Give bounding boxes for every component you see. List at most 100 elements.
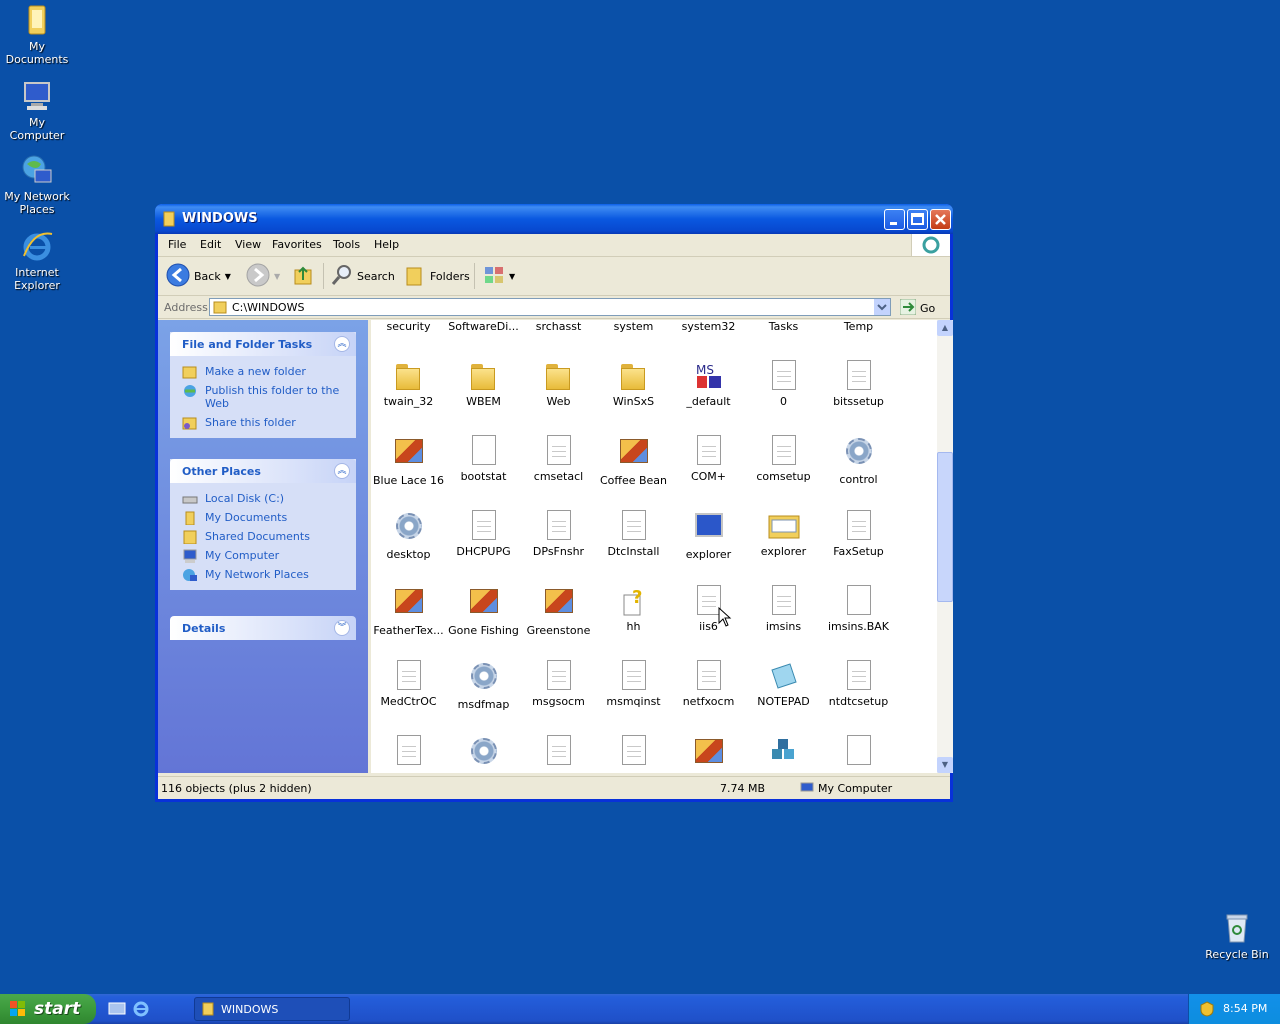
desktop-icon-my-network-places[interactable]: My Network Places xyxy=(0,154,74,216)
menu-edit[interactable]: Edit xyxy=(200,238,221,251)
file-item[interactable]: WinSxS xyxy=(596,360,671,408)
scroll-thumb[interactable] xyxy=(937,452,953,602)
file-item[interactable]: explorer xyxy=(671,510,746,561)
file-item[interactable]: system32 xyxy=(671,320,746,333)
file-item[interactable]: imsins.BAK xyxy=(821,585,896,633)
menu-favorites[interactable]: Favorites xyxy=(272,238,322,251)
file-item[interactable]: SoftwareDi... xyxy=(446,320,521,333)
file-item[interactable]: DHCPUPG xyxy=(446,510,521,558)
file-item[interactable]: msmqinst xyxy=(596,660,671,708)
file-folder-tasks-panel: File and Folder Tasks ︽ Make a new folde… xyxy=(170,332,356,438)
address-dropdown-button[interactable] xyxy=(874,299,890,315)
forward-button[interactable]: ▼ xyxy=(246,263,280,288)
desktop-icon-my-documents[interactable]: My Documents xyxy=(0,4,74,66)
close-button[interactable] xyxy=(930,209,951,230)
file-item[interactable]: security xyxy=(371,320,446,333)
file-item[interactable]: srchasst xyxy=(521,320,596,333)
scroll-down-button[interactable]: ▼ xyxy=(937,757,953,773)
file-item[interactable]: FaxSetup xyxy=(821,510,896,558)
file-item[interactable] xyxy=(446,735,521,773)
file-item[interactable]: Temp xyxy=(821,320,896,333)
file-item[interactable]: Tasks xyxy=(746,320,821,333)
minimize-button[interactable] xyxy=(884,209,905,230)
security-shield-icon[interactable] xyxy=(1199,1001,1215,1020)
file-item[interactable] xyxy=(371,735,446,770)
collapse-icon[interactable]: ︽ xyxy=(334,336,350,352)
search-button[interactable]: Search xyxy=(331,264,395,288)
file-item[interactable]: msgsocm xyxy=(521,660,596,708)
maximize-button[interactable] xyxy=(907,209,928,230)
file-item[interactable] xyxy=(521,735,596,770)
views-button[interactable]: ▼ xyxy=(483,264,515,288)
desktop-icon-internet-explorer[interactable]: Internet Explorer xyxy=(0,230,74,292)
scroll-up-button[interactable]: ▲ xyxy=(937,320,953,336)
file-item[interactable]: Greenstone xyxy=(521,585,596,637)
file-item[interactable]: 0 xyxy=(746,360,821,408)
file-item[interactable]: Web xyxy=(521,360,596,408)
file-item[interactable]: iis6 xyxy=(671,585,746,633)
file-item[interactable]: netfxocm xyxy=(671,660,746,708)
task-make-new-folder[interactable]: Make a new folder xyxy=(170,362,356,381)
place-local-disk[interactable]: Local Disk (C:) xyxy=(170,489,356,508)
file-item[interactable]: DtcInstall xyxy=(596,510,671,558)
file-item[interactable]: Coffee Bean xyxy=(596,435,671,487)
file-item[interactable]: ? hh xyxy=(596,585,671,633)
menu-view[interactable]: View xyxy=(235,238,261,251)
place-label: Shared Documents xyxy=(205,530,310,543)
desktop-icon-my-computer[interactable]: My Computer xyxy=(0,80,74,142)
file-item[interactable]: COM+ xyxy=(671,435,746,483)
my-documents-icon xyxy=(182,511,198,526)
menu-help[interactable]: Help xyxy=(374,238,399,251)
file-item[interactable] xyxy=(746,735,821,770)
details-header[interactable]: Details ︾ xyxy=(170,616,356,640)
file-item[interactable]: msdfmap xyxy=(446,660,521,711)
back-button[interactable]: Back ▼ xyxy=(166,263,231,288)
file-item[interactable]: cmsetacl xyxy=(521,435,596,483)
file-item[interactable] xyxy=(821,735,896,770)
folders-button[interactable]: Folders xyxy=(404,264,470,288)
file-item[interactable]: control xyxy=(821,435,896,486)
file-item[interactable]: explorer xyxy=(746,510,821,558)
go-button[interactable]: Go xyxy=(899,298,935,318)
address-input[interactable]: C:\WINDOWS xyxy=(209,298,891,316)
window-titlebar[interactable]: WINDOWS xyxy=(155,204,953,234)
desktop-icon-recycle-bin[interactable]: Recycle Bin xyxy=(1200,912,1274,961)
file-item[interactable]: comsetup xyxy=(746,435,821,483)
taskbar-window-button[interactable]: WINDOWS xyxy=(194,997,350,1021)
expand-icon[interactable]: ︾ xyxy=(334,620,350,636)
folder-icon xyxy=(393,360,425,392)
file-item[interactable]: MS _default xyxy=(671,360,746,408)
place-my-network-places[interactable]: My Network Places xyxy=(170,565,356,584)
file-item[interactable]: bootstat xyxy=(446,435,521,483)
menu-tools[interactable]: Tools xyxy=(333,238,360,251)
file-item[interactable]: Gone Fishing xyxy=(446,585,521,637)
task-publish-folder[interactable]: Publish this folder to the Web xyxy=(170,381,356,413)
file-item[interactable] xyxy=(596,735,671,770)
task-share-folder[interactable]: Share this folder xyxy=(170,413,356,432)
file-item[interactable] xyxy=(671,735,746,773)
place-shared-documents[interactable]: Shared Documents xyxy=(170,527,356,546)
file-item[interactable]: FeatherTex... xyxy=(371,585,446,637)
file-folder-tasks-header[interactable]: File and Folder Tasks ︽ xyxy=(170,332,356,356)
menu-file[interactable]: File xyxy=(168,238,186,251)
place-my-documents[interactable]: My Documents xyxy=(170,508,356,527)
other-places-header[interactable]: Other Places ︽ xyxy=(170,459,356,483)
show-desktop-icon[interactable] xyxy=(108,1001,126,1020)
collapse-icon[interactable]: ︽ xyxy=(334,463,350,479)
file-item[interactable]: WBEM xyxy=(446,360,521,408)
file-item[interactable]: twain_32 xyxy=(371,360,446,408)
internet-explorer-icon[interactable] xyxy=(132,1000,150,1021)
file-item[interactable]: NOTEPAD xyxy=(746,660,821,708)
file-item[interactable]: ntdtcsetup xyxy=(821,660,896,708)
place-my-computer[interactable]: My Computer xyxy=(170,546,356,565)
file-item[interactable]: bitssetup xyxy=(821,360,896,408)
vertical-scrollbar[interactable]: ▲ ▼ xyxy=(937,320,953,773)
up-folder-button[interactable] xyxy=(292,264,314,288)
file-item[interactable]: desktop xyxy=(371,510,446,561)
file-item[interactable]: DPsFnshr xyxy=(521,510,596,558)
start-button[interactable]: start xyxy=(0,994,96,1024)
file-item[interactable]: Blue Lace 16 xyxy=(371,435,446,487)
file-item[interactable]: imsins xyxy=(746,585,821,633)
file-item[interactable]: MedCtrOC xyxy=(371,660,446,708)
file-item[interactable]: system xyxy=(596,320,671,333)
